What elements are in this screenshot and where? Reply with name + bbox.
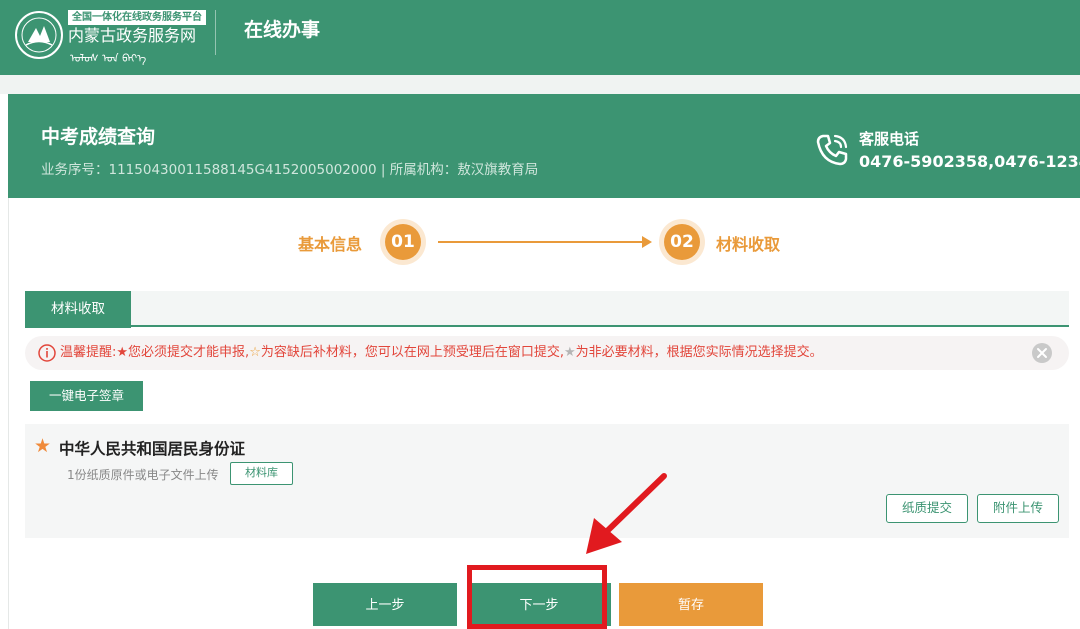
close-icon[interactable] (1032, 343, 1052, 363)
material-name: 中华人民共和国居民身份证 (59, 440, 246, 458)
step-2-number: 02 (664, 224, 700, 260)
save-draft-button[interactable]: 暂存 (619, 583, 763, 626)
government-emblem-icon[interactable] (14, 10, 64, 60)
step-arrow-icon (642, 236, 652, 248)
info-icon (38, 344, 56, 362)
service-header: 中考成绩查询 业务序号：11150430011588145G4152005002… (8, 94, 1080, 198)
tab-bar (25, 291, 1069, 327)
required-star-icon: ★ (34, 435, 52, 457)
previous-step-button[interactable]: 上一步 (313, 583, 457, 626)
pointer-arrow-icon (586, 473, 667, 554)
phone-number: 0476-5902358,0476-12345 (859, 152, 1080, 171)
step-1-number: 01 (385, 224, 421, 260)
notice-required: 您必须提交才能申报, (128, 345, 250, 360)
material-library-button[interactable]: 材料库 (230, 462, 293, 485)
required-star-icon: ★ (116, 345, 129, 360)
step-1-label: 基本信息 (298, 235, 363, 254)
notice-banner: 温馨提醒:★您必须提交才能申报,☆为容缺后补材料，您可以在网上预受理后在窗口提交… (25, 336, 1069, 370)
attachment-upload-button[interactable]: 附件上传 (977, 494, 1059, 523)
platform-slogan: 全国一体化在线政务服务平台 (68, 10, 206, 25)
page-gap (0, 75, 1080, 94)
step-1-badge: 01 (380, 219, 426, 265)
highlight-box (467, 565, 607, 629)
site-name[interactable]: 内蒙古政务服务网 (68, 27, 196, 45)
service-meta: 业务序号：11150430011588145G4152005002000 | 所… (41, 162, 539, 178)
tab-materials[interactable]: 材料收取 (25, 291, 131, 328)
e-signature-button[interactable]: 一键电子签章 (30, 381, 143, 411)
nav-title[interactable]: 在线办事 (244, 18, 320, 42)
step-2-badge: 02 (659, 219, 705, 265)
phone-icon (816, 134, 848, 166)
site-name-mongolian: ᠤᠯᠤᠰ ᠤᠨ ᠪᠡᠶ᠎ᠡ (70, 52, 147, 65)
topbar-divider (215, 10, 216, 55)
step-2-label: 材料收取 (716, 235, 781, 254)
top-navigation-bar: 全国一体化在线政务服务平台 内蒙古政务服务网 ᠤᠯᠤᠰ ᠤᠨ ᠪᠡᠶ᠎ᠡ 在线办… (0, 0, 1080, 75)
paper-submit-button[interactable]: 纸质提交 (886, 494, 968, 523)
material-item: ★ 中华人民共和国居民身份证 1份纸质原件或电子文件上传 材料库 纸质提交 附件… (25, 424, 1069, 538)
deferrable-star-icon: ☆ (249, 345, 261, 360)
step-arrow-line (438, 241, 644, 243)
material-description: 1份纸质原件或电子文件上传 (67, 468, 219, 482)
notice-deferrable: 为容缺后补材料，您可以在网上预受理后在窗口提交, (260, 345, 564, 360)
notice-optional: 为非必要材料，根据您实际情况选择提交。 (575, 345, 823, 360)
notice-prefix: 温馨提醒: (60, 345, 117, 360)
service-title: 中考成绩查询 (41, 126, 156, 148)
optional-star-icon: ★ (563, 345, 576, 360)
notice-text: 温馨提醒:★您必须提交才能申报,☆为容缺后补材料，您可以在网上预受理后在窗口提交… (60, 345, 823, 361)
phone-label: 客服电话 (859, 130, 920, 148)
